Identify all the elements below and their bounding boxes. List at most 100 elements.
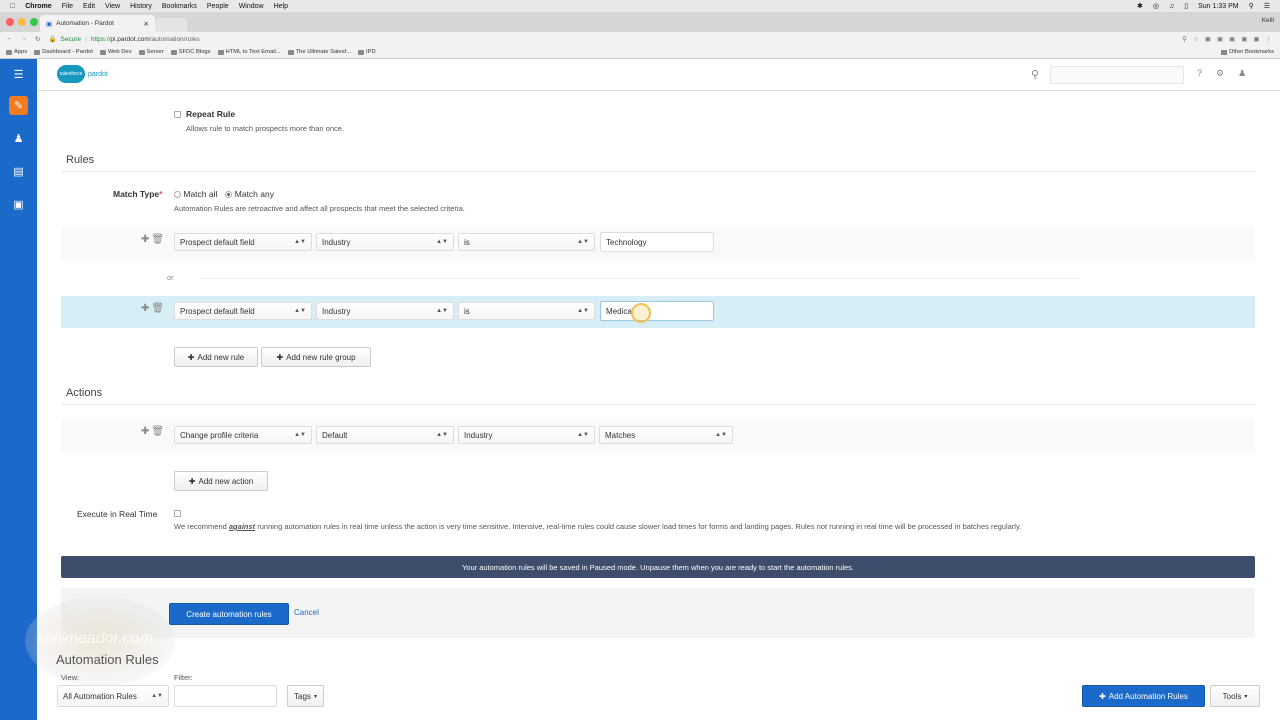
match-all-option[interactable]: Match all	[174, 189, 217, 199]
page-icon	[217, 49, 224, 55]
battery-icon[interactable]: ▯	[1184, 2, 1188, 10]
menu-dots-icon[interactable]: ⋮	[1266, 35, 1273, 43]
match-any-option[interactable]: Match any	[225, 189, 274, 199]
maximize-window-icon[interactable]	[30, 18, 38, 26]
close-window-icon[interactable]	[6, 18, 14, 26]
rule-field-select[interactable]: Industry ▲▼	[316, 233, 454, 251]
menu-view[interactable]: View	[105, 3, 120, 10]
bookmark-item[interactable]: Dashboard - Pardot	[34, 49, 93, 55]
new-tab-button[interactable]	[155, 18, 187, 32]
bookmark-folder[interactable]: IPD	[358, 49, 376, 55]
url-path: /automation/rules	[149, 35, 200, 43]
bluetooth-icon[interactable]: ✱	[1137, 2, 1143, 10]
add-rule-plus-icon[interactable]: ✚	[141, 234, 149, 245]
minimize-window-icon[interactable]	[18, 18, 26, 26]
rule-field-select[interactable]: Industry ▲▼	[316, 302, 454, 320]
tags-dropdown-button[interactable]: Tags ▾	[287, 685, 324, 707]
gear-icon[interactable]: ⚙	[1216, 68, 1224, 79]
extension-icon[interactable]: ▣	[1241, 35, 1247, 43]
rule-value-input[interactable]: Technology	[600, 232, 714, 252]
extension-icon[interactable]: ▣	[1253, 35, 1259, 43]
folder-icon	[358, 49, 365, 55]
apple-icon[interactable]: 	[10, 3, 15, 10]
extension-icon[interactable]: ▣	[1205, 35, 1211, 43]
url-field[interactable]: 🔒 Secure | https://pi.pardot.com/automat…	[48, 35, 200, 44]
hamburger-menu-icon[interactable]: ☰	[9, 65, 28, 84]
rule-field-type-select[interactable]: Prospect default field ▲▼	[174, 302, 312, 320]
add-automation-rules-button[interactable]: ✚ Add Automation Rules	[1082, 685, 1205, 707]
action-type-select[interactable]: Change profile criteria ▲▼	[174, 426, 312, 444]
automation-rule-form: Repeat Rule Allows rule to match prospec…	[25, 91, 1280, 720]
forward-icon[interactable]: →	[21, 35, 28, 43]
add-action-plus-icon[interactable]: ✚	[141, 426, 149, 437]
delete-trash-icon[interactable]: 🗑	[151, 234, 164, 245]
marketing-pencil-icon[interactable]: ✎	[9, 96, 28, 115]
or-separator: or	[167, 273, 174, 282]
menu-people[interactable]: People	[207, 3, 229, 10]
menu-edit[interactable]: Edit	[83, 3, 95, 10]
add-new-rule-button[interactable]: ✚ Add new rule	[174, 347, 258, 367]
bookmark-item[interactable]: HTML to Text Email...	[217, 49, 281, 55]
back-icon[interactable]: ←	[6, 35, 13, 43]
view-select[interactable]: All Automation Rules ▲▼	[57, 685, 169, 707]
wifi-icon[interactable]: ◎	[1153, 2, 1159, 10]
menu-help[interactable]: Help	[274, 3, 288, 10]
extension-icon[interactable]: ▣	[1217, 35, 1223, 43]
other-bookmarks[interactable]: Other Bookmarks	[1220, 49, 1280, 55]
filter-input[interactable]	[174, 685, 277, 707]
zoom-icon[interactable]: ⚲	[1182, 35, 1187, 43]
url-host: pi.pardot.com	[110, 35, 150, 43]
create-automation-rules-button[interactable]: Create automation rules	[169, 603, 289, 625]
execute-real-time-checkbox[interactable]	[174, 510, 181, 517]
volume-icon[interactable]: ♫	[1169, 3, 1174, 10]
add-new-action-button[interactable]: ✚ Add new action	[174, 471, 268, 491]
menu-window[interactable]: Window	[239, 3, 264, 10]
admin-briefcase-icon[interactable]: ▣	[9, 195, 28, 214]
spotlight-icon[interactable]: ⚲	[1249, 2, 1254, 10]
match-any-radio[interactable]	[225, 191, 233, 199]
close-tab-icon[interactable]: ✕	[144, 20, 149, 28]
pardot-logo[interactable]: salesforce pardot	[57, 65, 108, 83]
action-criteria-select[interactable]: Industry ▲▼	[458, 426, 595, 444]
reports-chart-icon[interactable]: ▤	[9, 162, 28, 181]
delete-trash-icon[interactable]: 🗑	[151, 303, 164, 314]
repeat-rule-help: Allows rule to match prospects more than…	[186, 124, 344, 133]
bookmark-item[interactable]: The Ultimate Salesf...	[287, 49, 351, 55]
clock[interactable]: Sun 1:33 PM	[1198, 3, 1238, 10]
rule-operator-select[interactable]: is ▲▼	[458, 302, 595, 320]
add-rule-plus-icon[interactable]: ✚	[141, 303, 149, 314]
bookmark-folder[interactable]: Web Dev	[99, 49, 132, 55]
reload-icon[interactable]: ↻	[35, 35, 40, 43]
add-new-rule-group-button[interactable]: ✚ Add new rule group	[261, 347, 371, 367]
prospects-users-icon[interactable]: ♟	[9, 129, 28, 148]
match-all-radio[interactable]	[174, 191, 181, 199]
global-search-input[interactable]	[1050, 66, 1184, 84]
browser-tab-active[interactable]: ▣ Automation - Pardot ✕	[40, 15, 155, 32]
bookmark-apps[interactable]: Apps	[6, 49, 27, 55]
bookmark-star-icon[interactable]: ☆	[1193, 35, 1199, 43]
menu-bookmarks[interactable]: Bookmarks	[162, 3, 197, 10]
action-match-select[interactable]: Matches ▲▼	[599, 426, 733, 444]
action-profile-select[interactable]: Default ▲▼	[316, 426, 454, 444]
notification-icon[interactable]: ☰	[1264, 2, 1270, 10]
bookmark-folder[interactable]: Server	[138, 49, 164, 55]
help-icon[interactable]: ?	[1197, 68, 1202, 79]
rule-field-type-select[interactable]: Prospect default field ▲▼	[174, 233, 312, 251]
menu-history[interactable]: History	[130, 3, 152, 10]
app-header: salesforce pardot ⚲ ? ⚙ ♟	[37, 59, 1280, 91]
cancel-link[interactable]: Cancel	[294, 608, 319, 617]
delete-trash-icon[interactable]: 🗑	[151, 426, 164, 437]
repeat-rule-checkbox[interactable]	[174, 111, 181, 118]
rule-value-input[interactable]: Medical	[600, 301, 714, 321]
window-controls	[6, 18, 38, 26]
user-account-icon[interactable]: ♟	[1238, 68, 1246, 79]
menu-app-name[interactable]: Chrome	[25, 3, 51, 10]
search-icon[interactable]: ⚲	[1031, 68, 1039, 81]
bookmark-folder[interactable]: SFDC Blogs	[170, 49, 211, 55]
menu-file[interactable]: File	[62, 3, 73, 10]
plus-icon: ✚	[1099, 691, 1106, 701]
profile-name[interactable]: Kelli	[1262, 17, 1274, 24]
extension-icon[interactable]: ▣	[1229, 35, 1235, 43]
tools-dropdown-button[interactable]: Tools ▾	[1210, 685, 1260, 707]
rule-operator-select[interactable]: is ▲▼	[458, 233, 595, 251]
